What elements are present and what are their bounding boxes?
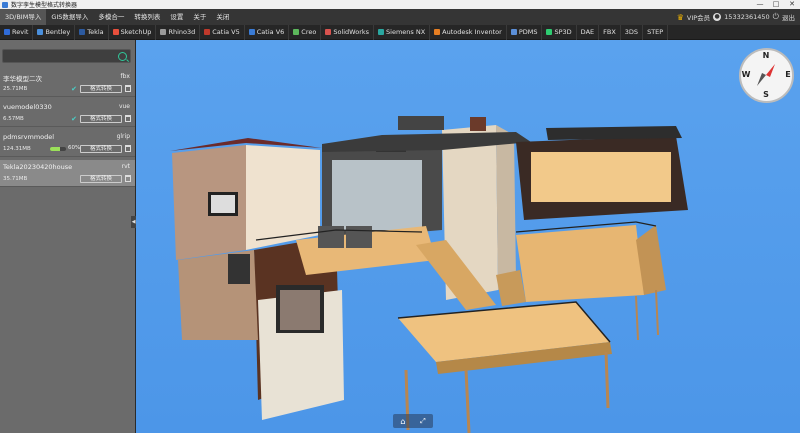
- tool-dae[interactable]: DAE: [577, 24, 600, 40]
- vip-label[interactable]: VIP会员: [687, 12, 710, 22]
- menu-bar: 3D/BIM导入 GIS数据导入 多模合一 转换列表 设置 关于 关闭 ♛ VI…: [0, 9, 800, 25]
- search-input[interactable]: [6, 51, 116, 62]
- tool-catia-v5[interactable]: Catia V5: [200, 24, 245, 40]
- compass[interactable]: N E S W: [739, 48, 794, 103]
- sketchup-logo-icon: [112, 29, 119, 35]
- user-icon: ●: [713, 13, 722, 21]
- model-ext: rvt: [121, 163, 130, 170]
- logout-button[interactable]: 退出: [782, 12, 795, 22]
- tool-creo[interactable]: Creo: [289, 24, 322, 40]
- window-title-bar: 数字孪生模型格式转换器 — □ ✕: [0, 0, 800, 9]
- model-name: vuemodel0330: [3, 103, 52, 111]
- tool-revit[interactable]: Revit: [0, 24, 34, 40]
- model-list-item[interactable]: vuemodel0330 vue 6.57MB ✔ 格式转换: [0, 100, 135, 127]
- tool-fbx[interactable]: FBX: [599, 24, 621, 40]
- search-icon[interactable]: [118, 52, 127, 61]
- maximize-button[interactable]: □: [768, 0, 784, 9]
- house-model: [170, 116, 688, 433]
- trash-icon[interactable]: [125, 145, 131, 152]
- tool-catia-v6[interactable]: Catia V6: [245, 24, 290, 40]
- tool-autodesk-inventor[interactable]: Autodesk Inventor: [430, 24, 507, 40]
- tool-pdms[interactable]: PDMS: [507, 24, 543, 40]
- menu-about[interactable]: 关于: [188, 9, 211, 25]
- bentley-logo-icon: [37, 29, 44, 35]
- progress-fill: [50, 147, 60, 151]
- trash-icon[interactable]: [125, 115, 131, 122]
- view-controls: ⌂ ⤢: [393, 414, 433, 428]
- siemens-nx-logo-icon: [378, 29, 385, 35]
- menu-settings[interactable]: 设置: [165, 9, 188, 25]
- home-view-icon[interactable]: ⌂: [400, 417, 405, 426]
- catia-v6-logo-icon: [248, 29, 255, 35]
- trash-icon[interactable]: [125, 85, 131, 92]
- tool-3ds[interactable]: 3DS: [621, 24, 644, 40]
- rhino-logo-icon: [160, 29, 167, 35]
- pdms-logo-icon: [510, 29, 517, 35]
- 3d-viewport[interactable]: [136, 40, 800, 433]
- model-name: pdmsrvmmodel: [3, 133, 55, 141]
- tool-siemens-nx[interactable]: Siemens NX: [374, 24, 431, 40]
- check-icon: ✔: [71, 115, 77, 123]
- model-ext: fbx: [120, 73, 130, 80]
- model-ext: glrip: [116, 133, 130, 140]
- model-list-item[interactable]: pdmsrvmmodel glrip 124.31MB 60% 格式转换: [0, 130, 135, 157]
- revit-logo-icon: [4, 29, 10, 35]
- convert-button[interactable]: 格式转换: [80, 85, 122, 93]
- model-size: 35.71MB: [3, 176, 28, 182]
- conversion-progress-bar: [50, 147, 66, 151]
- minimize-button[interactable]: —: [752, 0, 768, 9]
- model-sidebar: 李华模型二次 fbx 25.71MB ✔ 格式转换 vuemodel0330 v…: [0, 40, 135, 433]
- model-list-item[interactable]: 李华模型二次 fbx 25.71MB ✔ 格式转换: [0, 70, 135, 97]
- menu-gis-import[interactable]: GIS数据导入: [46, 9, 93, 25]
- tool-tekla[interactable]: Tekla: [75, 24, 109, 40]
- convert-button[interactable]: 格式转换: [80, 115, 122, 123]
- convert-button[interactable]: 格式转换: [80, 175, 122, 183]
- menu-3d-bim-import[interactable]: 3D/BIM导入: [0, 9, 47, 25]
- tekla-logo-icon: [79, 29, 86, 35]
- model-size: 124.31MB: [3, 146, 31, 152]
- model-size: 25.71MB: [3, 86, 28, 92]
- tool-rhino3d[interactable]: Rhino3d: [156, 24, 201, 40]
- logout-icon[interactable]: ⏻: [773, 12, 779, 22]
- model-list-item[interactable]: Tekla20230420house rvt 35.71MB 格式转换: [0, 160, 135, 187]
- fullscreen-icon[interactable]: ⤢: [420, 417, 426, 426]
- solidworks-logo-icon: [325, 29, 332, 35]
- inventor-logo-icon: [434, 29, 441, 35]
- tool-bentley[interactable]: Bentley: [33, 24, 76, 40]
- format-toolbar: Revit Bentley Tekla SketchUp Rhino3d Cat…: [0, 24, 800, 40]
- tool-sp3d[interactable]: SP3D: [542, 24, 577, 40]
- model-name: Tekla20230420house: [3, 163, 73, 171]
- menu-multi-merge[interactable]: 多模合一: [93, 9, 129, 25]
- window-controls: — □ ✕: [752, 0, 800, 9]
- progress-percent: 60%: [68, 145, 81, 151]
- tool-solidworks[interactable]: SolidWorks: [321, 24, 375, 40]
- tool-step[interactable]: STEP: [643, 24, 669, 40]
- creo-logo-icon: [293, 29, 300, 35]
- window-title: 数字孪生模型格式转换器: [11, 2, 78, 9]
- sp3d-logo-icon: [546, 29, 553, 35]
- check-icon: ✔: [71, 85, 77, 93]
- model-ext: vue: [118, 103, 130, 110]
- tool-sketchup[interactable]: SketchUp: [109, 24, 157, 40]
- trash-icon[interactable]: [125, 175, 131, 182]
- menu-convert-list[interactable]: 转换列表: [129, 9, 165, 25]
- menu-close[interactable]: 关闭: [211, 9, 234, 25]
- close-window-button[interactable]: ✕: [784, 0, 800, 9]
- app-icon: [2, 1, 8, 8]
- catia-v5-logo-icon: [204, 29, 211, 35]
- account-area: ♛ VIP会员 ● 15332361450 ⏻ 退出: [677, 12, 800, 22]
- model-size: 6.57MB: [3, 116, 24, 122]
- crown-icon: ♛: [676, 12, 684, 22]
- account-phone[interactable]: 15332361450: [724, 13, 770, 21]
- convert-button[interactable]: 格式转换: [80, 145, 122, 153]
- compass-needle-icon: [757, 64, 775, 86]
- model-name: 李华模型二次: [3, 75, 42, 83]
- search-box: [2, 49, 131, 63]
